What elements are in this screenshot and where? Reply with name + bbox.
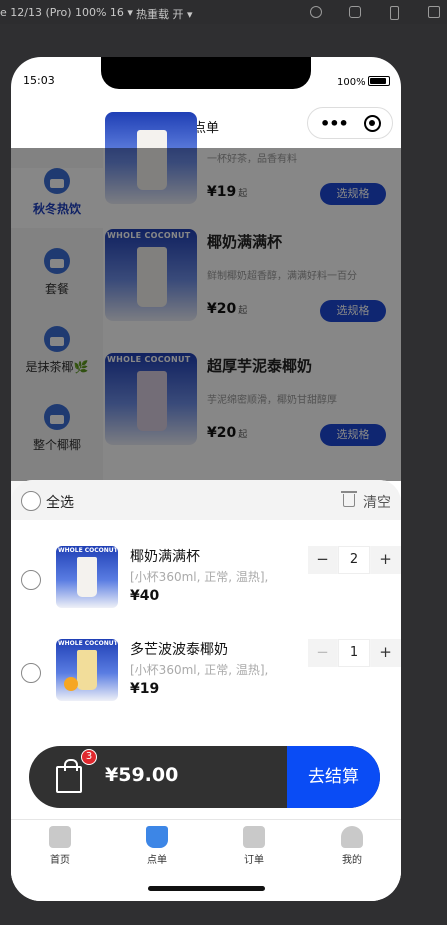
increase-button[interactable]: + (371, 546, 400, 574)
item-thumbnail: WHOLE COCONUT (56, 546, 118, 608)
shopping-bag-icon[interactable] (56, 759, 82, 793)
home-indicator (148, 886, 265, 891)
phone-screen: 15:03 100% 点单 ••• 秋冬热饮 套餐 是抹茶椰🌿 整个椰椰 一杯好… (11, 57, 401, 901)
tab-home[interactable]: 首页 (25, 826, 95, 866)
checkout-bar: 3 ¥59.00 去结算 (29, 746, 380, 808)
quantity-value: 1 (338, 639, 370, 667)
item-price: ¥40 (130, 588, 160, 604)
tab-label: 订单 (244, 855, 264, 866)
select-all-label[interactable]: 全选 (46, 492, 74, 512)
devtools-toolbar: e 12/13 (Pro) 100% 16 ▾ 热重载 开 ▾ (0, 0, 447, 24)
item-name: 椰奶满满杯 (130, 549, 200, 565)
tab-profile[interactable]: 我的 (317, 826, 387, 866)
item-select-radio[interactable] (21, 663, 41, 683)
tab-label: 我的 (342, 855, 362, 866)
checkout-button[interactable]: 去结算 (287, 746, 380, 808)
item-select-radio[interactable] (21, 570, 41, 590)
quantity-stepper: − 2 + (308, 546, 401, 574)
cart-item: WHOLE COCONUT 椰奶满满杯 [小杯360ml, 正常, 温热], ¥… (11, 546, 401, 626)
item-name: 多芒波波泰椰奶 (130, 642, 228, 658)
decrease-button[interactable]: − (308, 546, 337, 574)
clear-cart-button[interactable]: 清空 (363, 492, 391, 512)
quantity-value: 2 (338, 546, 370, 574)
tab-label: 点单 (147, 855, 167, 866)
cart-header: 全选 清空 (11, 480, 401, 520)
cart-count-badge: 3 (81, 749, 97, 765)
battery-percent: 100% (337, 77, 366, 88)
item-price: ¥19 (130, 681, 160, 697)
phone-icon[interactable] (390, 6, 399, 20)
item-spec: [小杯360ml, 正常, 温热], (130, 570, 269, 584)
select-all-radio[interactable] (21, 491, 41, 511)
item-spec: [小杯360ml, 正常, 温热], (130, 663, 269, 677)
increase-button[interactable]: + (371, 639, 400, 667)
quantity-stepper: − 1 + (308, 639, 401, 667)
window-icon[interactable] (428, 6, 440, 18)
trash-icon[interactable] (341, 491, 357, 507)
cart-item: WHOLE COCONUT 多芒波波泰椰奶 [小杯360ml, 正常, 温热],… (11, 639, 401, 719)
drink-icon (146, 826, 168, 848)
overlay-mask[interactable] (11, 148, 401, 481)
battery-icon (368, 76, 390, 86)
order-icon (243, 826, 265, 848)
notch (101, 57, 311, 89)
cart-total: ¥59.00 (105, 764, 179, 786)
device-selector[interactable]: e 12/13 (Pro) 100% 16 ▾ (0, 6, 133, 19)
item-thumbnail: WHOLE COCONUT (56, 639, 118, 701)
hotreload-toggle[interactable]: 热重载 开 ▾ (136, 6, 193, 22)
refresh-icon[interactable] (310, 6, 322, 18)
home-icon (49, 826, 71, 848)
user-icon (341, 826, 363, 848)
status-time: 15:03 (23, 74, 55, 87)
stop-icon[interactable] (349, 6, 361, 18)
tab-order-menu[interactable]: 点单 (122, 826, 192, 866)
decrease-button[interactable]: − (308, 639, 337, 667)
tab-orders[interactable]: 订单 (219, 826, 289, 866)
tab-label: 首页 (50, 855, 70, 866)
